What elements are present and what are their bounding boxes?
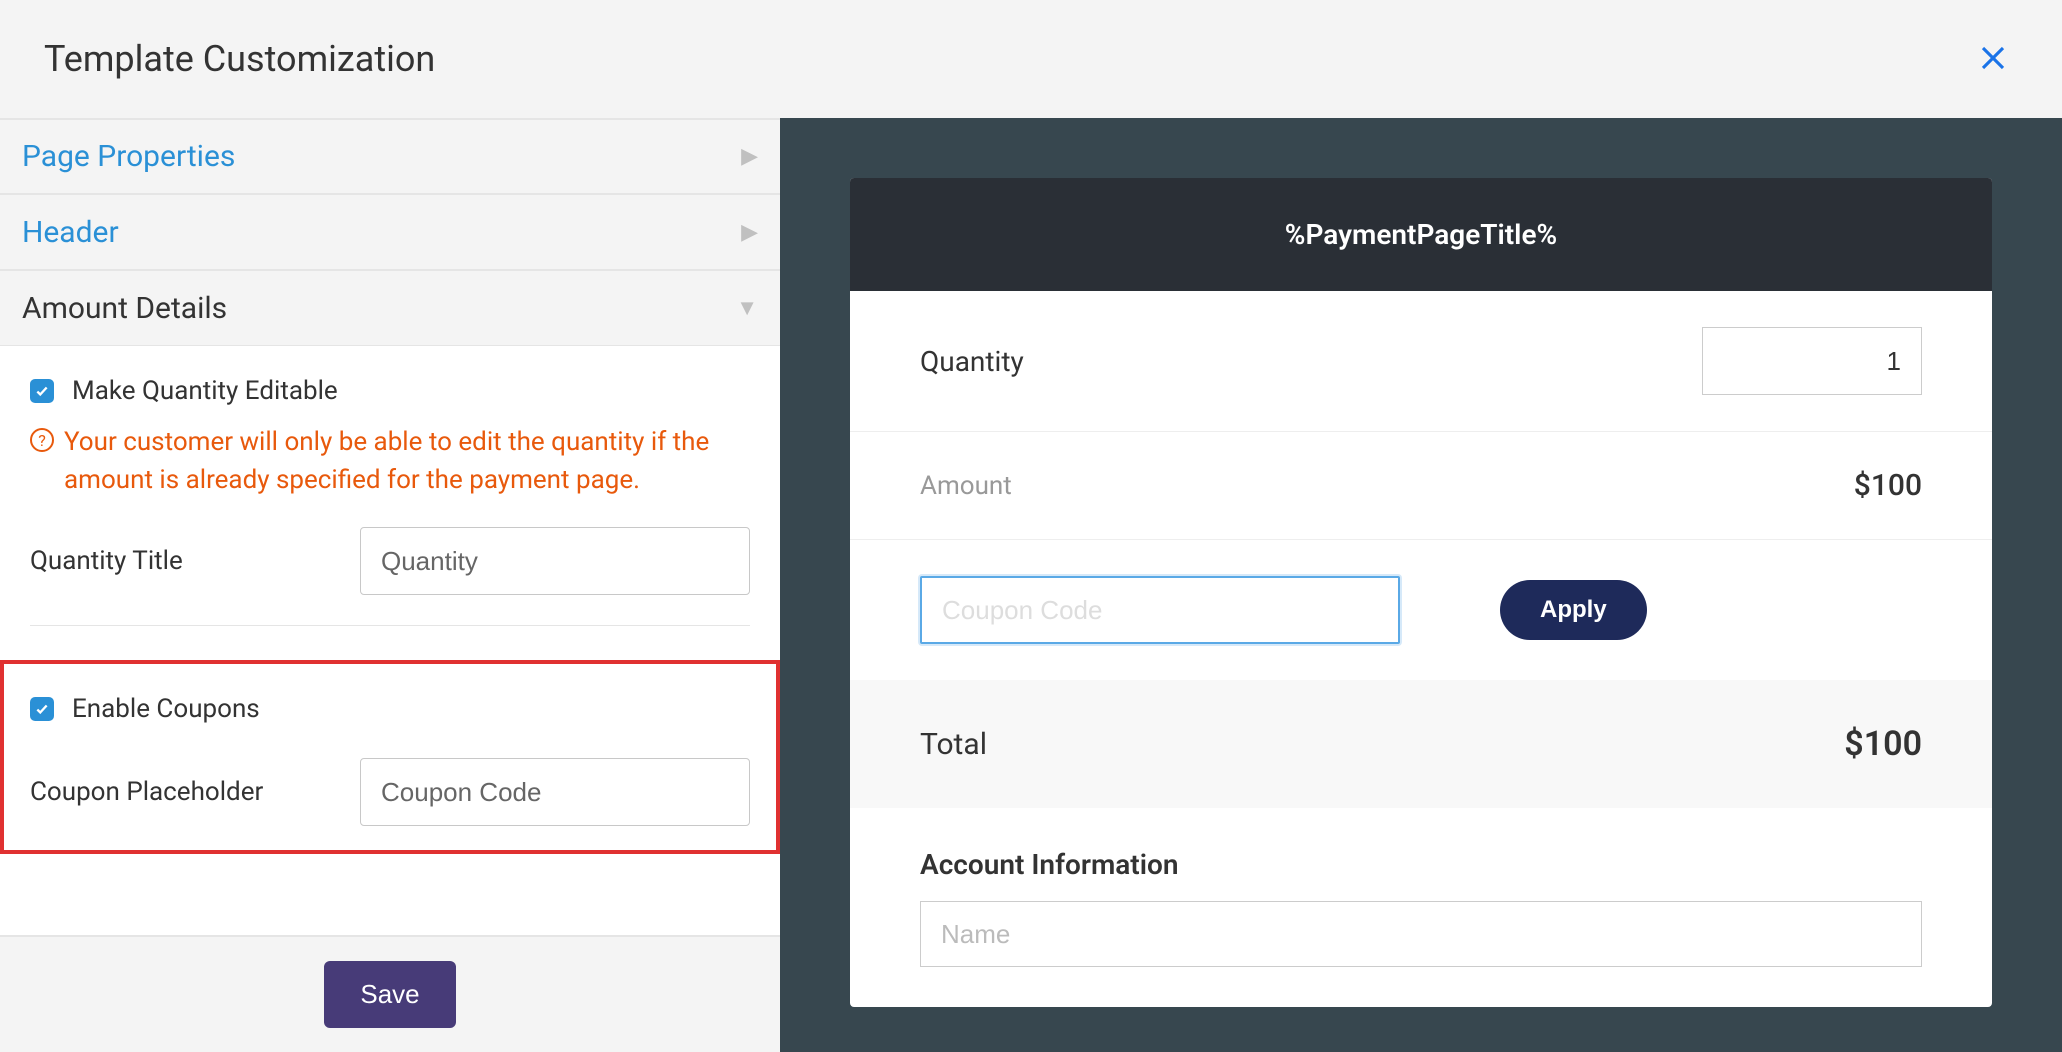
amount-details-panel: Make Quantity Editable ? Your customer w… (0, 346, 780, 935)
sidebar: Page Properties ▶ Header ▶ Amount Detail… (0, 118, 780, 1052)
accordion-header[interactable]: Header ▶ (0, 194, 780, 270)
accordion-label: Header (22, 215, 119, 250)
quantity-title-row: Quantity Title (30, 527, 750, 595)
close-icon[interactable] (1978, 36, 2018, 83)
preview-name-input[interactable] (920, 901, 1922, 967)
preview-amount-value: $100 (1854, 468, 1922, 503)
apply-button[interactable]: Apply (1500, 580, 1647, 640)
preview-area: %PaymentPageTitle% Quantity Amount $100 … (780, 118, 2062, 1052)
preview-amount-label: Amount (920, 471, 1012, 501)
coupon-placeholder-label: Coupon Placeholder (30, 777, 340, 807)
help-icon: ? (30, 428, 54, 452)
make-quantity-editable-label: Make Quantity Editable (72, 376, 338, 406)
help-message: ? Your customer will only be able to edi… (30, 424, 750, 499)
preview-name-wrap (850, 901, 1992, 1007)
preview-quantity-input[interactable] (1702, 327, 1922, 395)
preview-page-title: %PaymentPageTitle% (850, 178, 1992, 291)
page-title: Template Customization (44, 38, 435, 80)
quantity-title-label: Quantity Title (30, 546, 340, 576)
accordion-label: Amount Details (22, 291, 227, 326)
accordion-page-properties[interactable]: Page Properties ▶ (0, 118, 780, 194)
preview-card: %PaymentPageTitle% Quantity Amount $100 … (850, 178, 1992, 1007)
coupon-placeholder-input[interactable] (360, 758, 750, 826)
preview-amount-row: Amount $100 (850, 432, 1992, 540)
enable-coupons-row: Enable Coupons (30, 694, 750, 724)
enable-coupons-checkbox[interactable] (30, 697, 54, 721)
accordion-amount-details[interactable]: Amount Details ▼ (0, 270, 780, 346)
make-quantity-editable-checkbox[interactable] (30, 379, 54, 403)
preview-account-info-title: Account Information (850, 808, 1992, 901)
accordion-label: Page Properties (22, 139, 235, 174)
quantity-title-input[interactable] (360, 527, 750, 595)
coupon-placeholder-row: Coupon Placeholder (30, 758, 750, 826)
save-bar: Save (0, 935, 780, 1052)
preview-quantity-row: Quantity (850, 291, 1992, 432)
make-quantity-editable-row: Make Quantity Editable (30, 376, 750, 406)
preview-total-row: Total $100 (850, 680, 1992, 808)
chevron-right-icon: ▶ (741, 144, 758, 169)
save-button[interactable]: Save (324, 961, 455, 1028)
preview-total-value: $100 (1844, 724, 1922, 764)
coupon-settings-highlight: Enable Coupons Coupon Placeholder (0, 660, 780, 854)
chevron-down-icon: ▼ (736, 295, 758, 321)
modal-header: Template Customization (0, 0, 2062, 118)
divider (30, 625, 750, 626)
chevron-right-icon: ▶ (741, 220, 758, 245)
preview-coupon-input[interactable] (920, 576, 1400, 644)
help-text: Your customer will only be able to edit … (64, 424, 750, 499)
preview-coupon-row: Apply (850, 540, 1992, 680)
enable-coupons-label: Enable Coupons (72, 694, 260, 724)
preview-quantity-label: Quantity (920, 345, 1024, 378)
preview-total-label: Total (920, 727, 987, 762)
